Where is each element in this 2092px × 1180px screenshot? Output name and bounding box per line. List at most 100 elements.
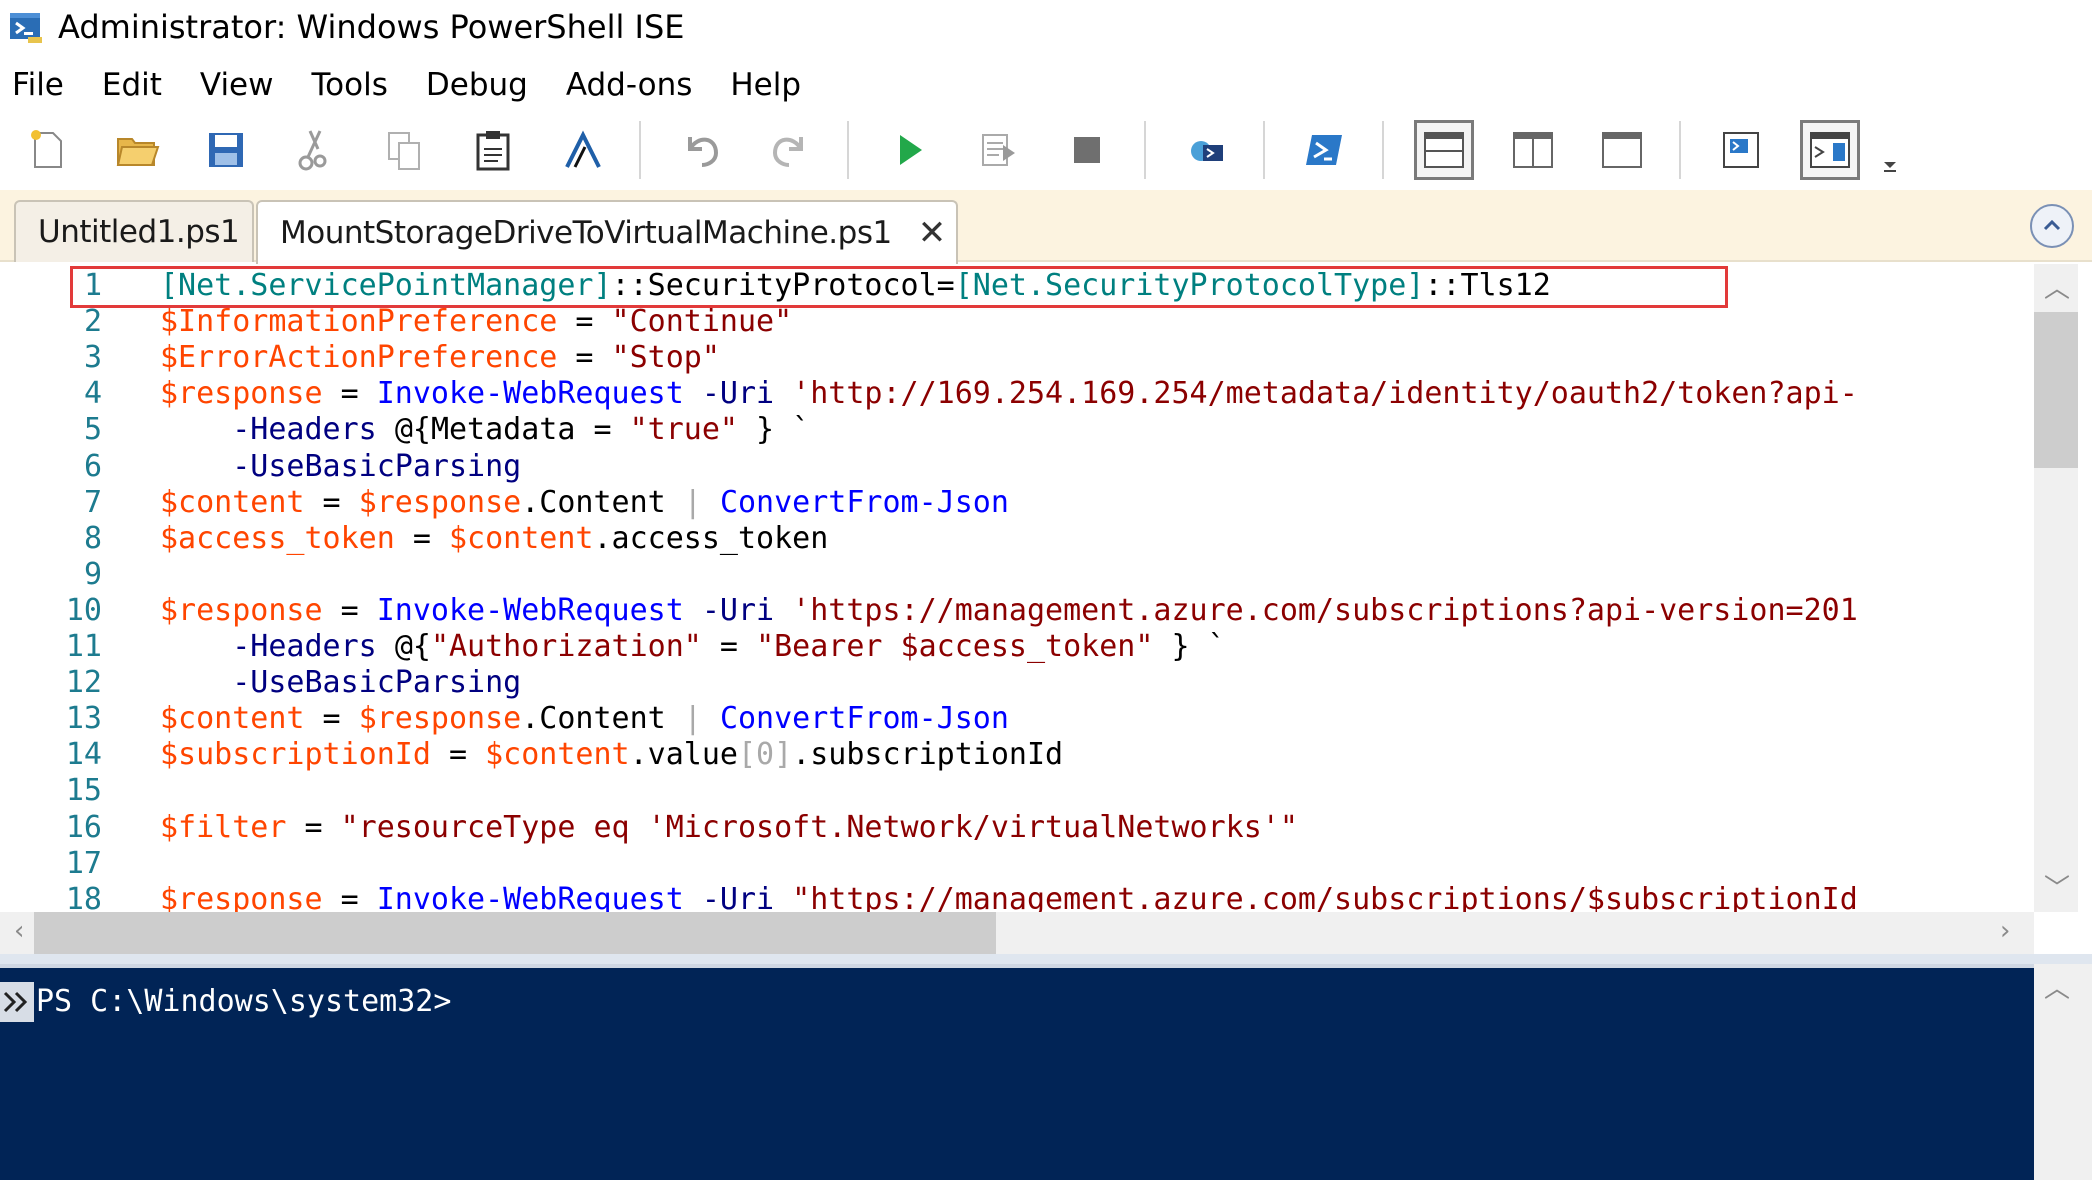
menu-file[interactable]: File bbox=[12, 67, 64, 103]
show-script-pane-icon bbox=[1723, 132, 1759, 168]
code-line[interactable]: 11 -Headers @{"Authorization" = "Bearer … bbox=[0, 629, 2034, 665]
code-line[interactable]: 2 $InformationPreference = "Continue" bbox=[0, 304, 2034, 340]
line-number: 14 bbox=[65, 737, 102, 773]
paste-button[interactable] bbox=[463, 120, 523, 180]
code-text: -Headers @{Metadata = "true" } ` bbox=[160, 412, 810, 448]
stop-icon bbox=[1074, 137, 1100, 163]
code-line[interactable]: 17 bbox=[0, 846, 2034, 882]
menu-tools[interactable]: Tools bbox=[312, 67, 388, 103]
code-text: $response = Invoke-WebRequest -Uri "http… bbox=[160, 882, 1858, 912]
show-command-addon-button[interactable] bbox=[1800, 120, 1860, 180]
scroll-left-icon[interactable]: ‹ bbox=[14, 916, 24, 946]
tab-mount-storage-drive[interactable]: MountStorageDriveToVirtualMachine.ps1 ✕ bbox=[256, 200, 958, 264]
code-line[interactable]: 18 $response = Invoke-WebRequest -Uri "ht… bbox=[0, 882, 2034, 912]
editor-horizontal-scroll-thumb[interactable] bbox=[34, 912, 996, 954]
code-token: } ` bbox=[738, 412, 811, 448]
code-line[interactable]: 4 $response = Invoke-WebRequest -Uri 'htt… bbox=[0, 376, 2034, 412]
tab-untitled1[interactable]: Untitled1.ps1 bbox=[14, 200, 254, 262]
show-script-pane-button[interactable] bbox=[1711, 120, 1771, 180]
open-button[interactable] bbox=[107, 120, 167, 180]
menu-edit[interactable]: Edit bbox=[102, 67, 162, 103]
menu-view[interactable]: View bbox=[200, 67, 274, 103]
close-tab-icon[interactable]: ✕ bbox=[918, 213, 947, 253]
code-token: $access_token bbox=[160, 520, 395, 556]
copy-button[interactable] bbox=[374, 120, 434, 180]
line-number: 9 bbox=[83, 556, 102, 592]
code-line[interactable]: 1 [Net.ServicePointManager]::SecurityProt… bbox=[0, 268, 2034, 304]
menu-addons[interactable]: Add-ons bbox=[566, 67, 693, 103]
menu-help[interactable]: Help bbox=[730, 67, 801, 103]
code-token: "https://management.azure.com/subscripti… bbox=[792, 881, 1858, 912]
code-text: $filter = "resourceType eq 'Microsoft.Ne… bbox=[160, 810, 1298, 846]
toolbar-separator bbox=[1263, 121, 1265, 179]
toolbar-separator bbox=[1679, 121, 1681, 179]
code-text: $content = $response.Content | ConvertFr… bbox=[160, 701, 1009, 737]
pane-splitter[interactable] bbox=[0, 954, 2092, 964]
code-text: $response = Invoke-WebRequest -Uri 'http… bbox=[160, 376, 1858, 412]
new-script-icon bbox=[31, 130, 62, 168]
code-token: $content bbox=[160, 484, 305, 520]
code-token: 'https://management.azure.com/subscripti… bbox=[792, 592, 1858, 628]
code-line[interactable]: 7 $content = $response.Content | ConvertF… bbox=[0, 485, 2034, 521]
paste-icon bbox=[476, 131, 510, 171]
code-line[interactable]: 9 bbox=[0, 557, 2034, 593]
window-title: Administrator: Windows PowerShell ISE bbox=[58, 8, 685, 46]
code-line[interactable]: 10 $response = Invoke-WebRequest -Uri 'ht… bbox=[0, 593, 2034, 629]
code-line[interactable]: 13 $content = $response.Content | Convert… bbox=[0, 701, 2034, 737]
tab-label: MountStorageDriveToVirtualMachine.ps1 bbox=[280, 215, 892, 251]
scroll-up-icon[interactable]: ︿ bbox=[2044, 268, 2070, 305]
script-tab-bar: Untitled1.ps1 MountStorageDriveToVirtual… bbox=[0, 190, 2092, 264]
cut-button[interactable] bbox=[285, 120, 345, 180]
line-number: 6 bbox=[83, 448, 102, 484]
code-token: $filter bbox=[160, 809, 287, 845]
powershell-button[interactable] bbox=[1295, 120, 1355, 180]
console-pane[interactable]: PS C:\Windows\system32> bbox=[0, 964, 2034, 1180]
redo-button[interactable] bbox=[760, 120, 820, 180]
run-selection-button[interactable] bbox=[968, 120, 1028, 180]
undo-icon bbox=[688, 137, 719, 167]
layout-right-button[interactable] bbox=[1503, 120, 1563, 180]
code-text: $content = $response.Content | ConvertFr… bbox=[160, 485, 1009, 521]
console-scroll-up-icon[interactable]: ︿ bbox=[2044, 968, 2070, 1005]
code-line[interactable]: 16 $filter = "resourceType eq 'Microsoft.… bbox=[0, 810, 2034, 846]
code-token: = bbox=[557, 340, 612, 376]
code-line[interactable]: 5 -Headers @{Metadata = "true" } ` bbox=[0, 412, 2034, 448]
clear-console-button[interactable] bbox=[552, 120, 612, 180]
run-button[interactable] bbox=[879, 120, 939, 180]
remote-powershell-button[interactable] bbox=[1176, 120, 1236, 180]
code-line[interactable]: 14 $subscriptionId = $content.value[0].su… bbox=[0, 737, 2034, 773]
toolbar-separator bbox=[847, 121, 849, 179]
layout-top-button[interactable] bbox=[1414, 120, 1474, 180]
console-vertical-scrollbar[interactable]: ︿ bbox=[2034, 964, 2092, 1180]
code-token: = bbox=[286, 809, 341, 845]
show-command-addon-icon bbox=[1810, 132, 1850, 168]
remote-powershell-icon bbox=[1191, 141, 1223, 161]
code-line[interactable]: 6 -UseBasicParsing bbox=[0, 449, 2034, 485]
save-button[interactable] bbox=[196, 120, 256, 180]
toolbar-separator bbox=[639, 121, 641, 179]
layout-maximized-button[interactable] bbox=[1592, 120, 1652, 180]
toolbar-overflow-button[interactable] bbox=[1875, 120, 1905, 180]
code-line[interactable]: 15 bbox=[0, 773, 2034, 809]
code-line[interactable]: 12 -UseBasicParsing bbox=[0, 665, 2034, 701]
code-token: Invoke-WebRequest bbox=[376, 592, 684, 628]
code-token: = bbox=[575, 412, 630, 448]
code-text: $access_token = $content.access_token bbox=[160, 521, 828, 557]
scroll-down-icon[interactable]: ﹀ bbox=[2044, 868, 2070, 905]
code-line[interactable]: 8 $access_token = $content.access_token bbox=[0, 521, 2034, 557]
collapse-script-pane-button[interactable] bbox=[2030, 204, 2074, 248]
editor-vertical-scroll-thumb[interactable] bbox=[2034, 312, 2078, 468]
scroll-right-icon[interactable]: › bbox=[2000, 916, 2010, 946]
code-token: Metadata bbox=[430, 412, 576, 448]
menu-debug[interactable]: Debug bbox=[426, 67, 528, 103]
code-token: .access_token bbox=[593, 520, 829, 556]
title-bar: Administrator: Windows PowerShell ISE bbox=[0, 0, 2092, 54]
code-text: $subscriptionId = $content.value[0].subs… bbox=[160, 737, 1063, 773]
script-editor[interactable]: 1 [Net.ServicePointManager]::SecurityProt… bbox=[0, 264, 2092, 912]
new-script-button[interactable] bbox=[18, 120, 78, 180]
code-token: = bbox=[322, 376, 377, 412]
code-text: -UseBasicParsing bbox=[160, 665, 521, 701]
code-line[interactable]: 3 $ErrorActionPreference = "Stop" bbox=[0, 340, 2034, 376]
stop-button[interactable] bbox=[1057, 120, 1117, 180]
undo-button[interactable] bbox=[671, 120, 731, 180]
